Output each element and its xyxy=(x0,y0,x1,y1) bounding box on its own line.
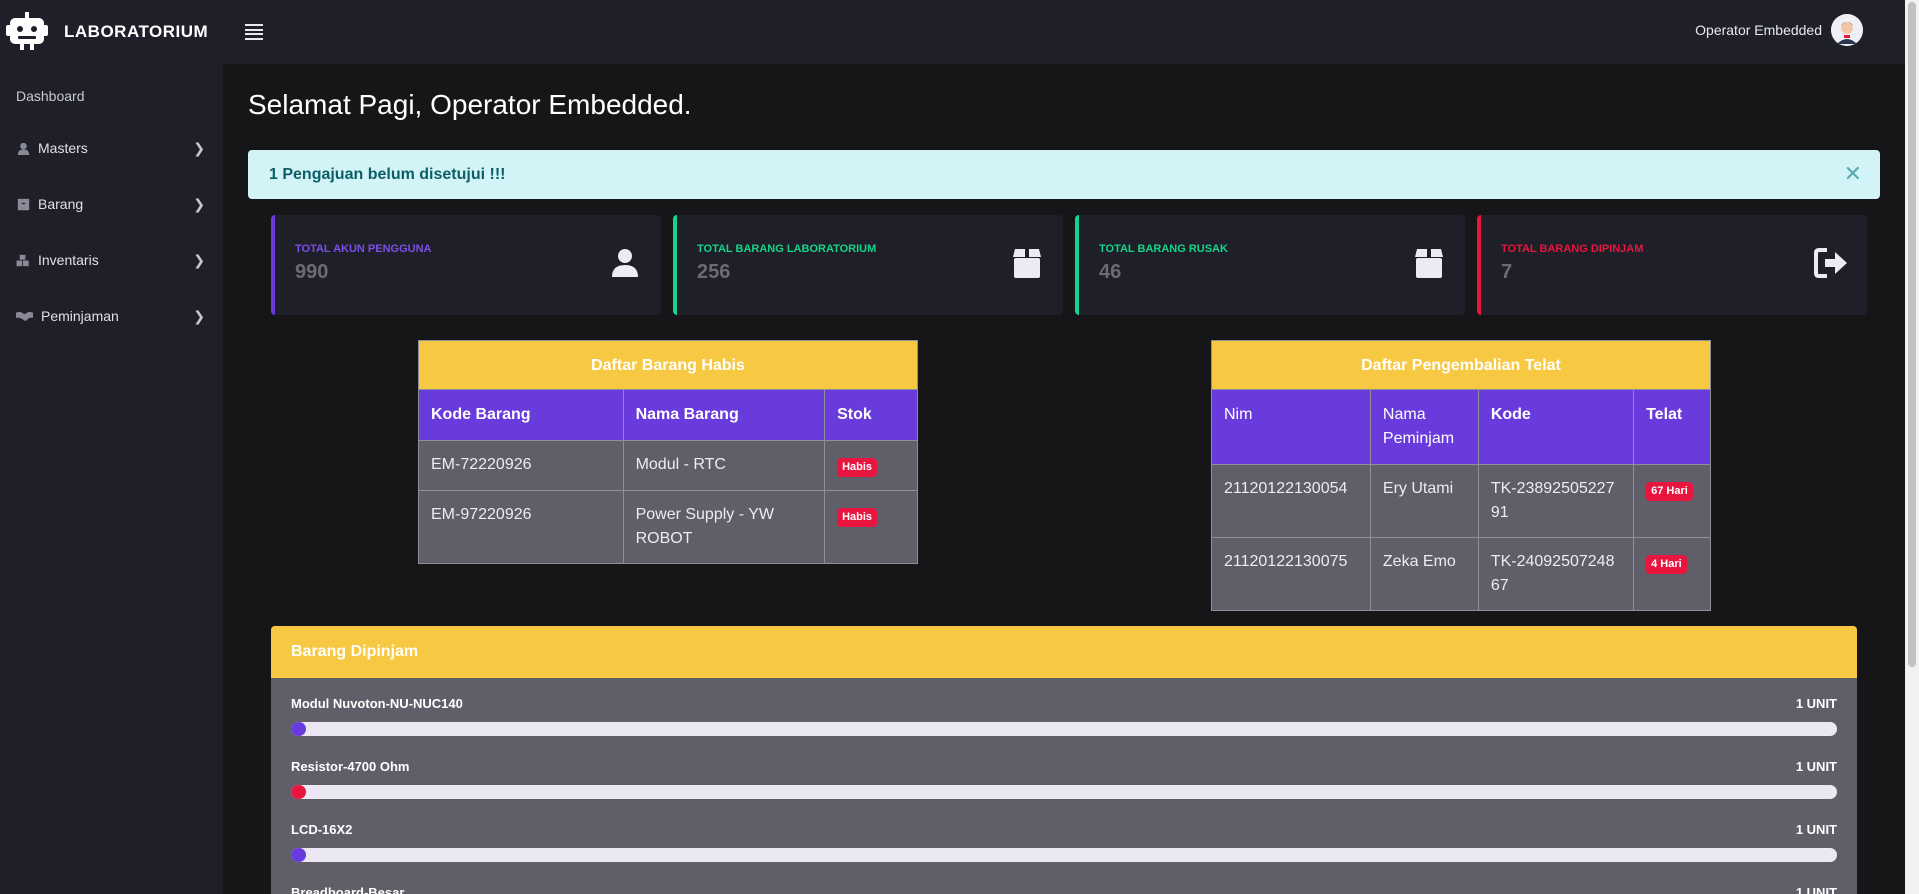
chevron-right-icon: ❯ xyxy=(193,139,205,156)
robot-logo-icon xyxy=(6,12,48,50)
table-cell: TK-2409250724867 xyxy=(1477,537,1635,611)
table-cell: TK-2389250522791 xyxy=(1477,464,1635,538)
progress-fill xyxy=(291,848,307,862)
item-unit: 1 UNIT xyxy=(1795,696,1837,711)
user-icon xyxy=(612,249,638,277)
table-cell: Zeka Emo xyxy=(1369,537,1479,611)
status-badge: Habis xyxy=(837,458,878,477)
chevron-right-icon: ❯ xyxy=(193,195,205,212)
avatar[interactable] xyxy=(1831,14,1863,46)
alert-message: 1 Pengajuan belum disetujui !!! xyxy=(269,165,506,183)
empty-stock-table: Daftar Barang Habis Kode Barang Nama Bar… xyxy=(418,340,918,564)
table-cell: 67 Hari xyxy=(1633,464,1711,538)
progress-fill xyxy=(291,785,307,799)
alert-banner: 1 Pengajuan belum disetujui !!! ✕ xyxy=(248,150,1880,199)
status-badge: 4 Hari xyxy=(1646,555,1687,574)
column-header: Kode Barang xyxy=(418,389,624,441)
table-row: EM-97220926 Power Supply - YW ROBOT Habi… xyxy=(418,490,918,564)
status-badge: Habis xyxy=(837,508,878,527)
main-content: Selamat Pagi, Operator Embedded. 1 Penga… xyxy=(223,64,1905,894)
sidebar-item-label: Barang xyxy=(38,196,84,212)
item-unit: 1 UNIT xyxy=(1795,885,1837,894)
stat-card-items: TOTAL BARANG LABORATORIUM 256 xyxy=(673,215,1063,315)
sidebar-item-label: Peminjaman xyxy=(41,308,119,324)
scrollbar-thumb[interactable] xyxy=(1908,2,1916,667)
progress-item: LCD-16X2 1 UNIT xyxy=(271,804,1857,867)
user-icon xyxy=(16,141,30,155)
column-header: Kode xyxy=(1477,389,1635,465)
item-name: LCD-16X2 xyxy=(291,822,353,837)
column-header: Nama Barang xyxy=(622,389,826,441)
sidebar-item-peminjaman[interactable]: Peminjaman ❯ xyxy=(0,288,223,344)
sidebar-item-masters[interactable]: Masters ❯ xyxy=(0,120,223,176)
progress-fill xyxy=(291,722,307,736)
table-cell: 4 Hari xyxy=(1633,537,1711,611)
stat-card-users: TOTAL AKUN PENGGUNA 990 xyxy=(271,215,661,315)
table-cell: Habis xyxy=(824,440,918,491)
cubes-icon xyxy=(16,253,30,267)
table-title: Daftar Barang Habis xyxy=(418,340,918,389)
stat-card-broken: TOTAL BARANG RUSAK 46 xyxy=(1075,215,1465,315)
table-cell: 21120122130075 xyxy=(1211,537,1371,611)
table-header-row: Kode Barang Nama Barang Stok xyxy=(418,389,918,441)
sidebar-item-barang[interactable]: Barang ❯ xyxy=(0,176,223,232)
menu-toggle-icon[interactable] xyxy=(245,24,263,40)
progress-item: Modul Nuvoton-NU-NUC140 1 UNIT xyxy=(271,678,1857,741)
table-cell: Power Supply - YW ROBOT xyxy=(622,490,826,564)
chevron-right-icon: ❯ xyxy=(193,251,205,268)
item-unit: 1 UNIT xyxy=(1795,759,1837,774)
top-navbar: LABORATORIUM Operator Embedded xyxy=(0,0,1905,64)
sign-out-icon xyxy=(1814,248,1847,278)
borrowed-items-list: Modul Nuvoton-NU-NUC140 1 UNIT Resistor-47… xyxy=(271,678,1857,894)
column-header: Stok xyxy=(824,389,918,441)
table-cell: Habis xyxy=(824,490,918,564)
table: Nim Nama Peminjam Kode Telat 21120122130… xyxy=(1211,389,1711,611)
table-cell: EM-72220926 xyxy=(418,440,624,491)
status-badge: 67 Hari xyxy=(1646,482,1693,501)
column-header: Nim xyxy=(1211,389,1371,465)
chevron-right-icon: ❯ xyxy=(193,307,205,324)
table-row: 21120122130075 Zeka Emo TK-2409250724867… xyxy=(1211,537,1711,611)
card-title: Barang Dipinjam xyxy=(271,626,1857,678)
box-icon xyxy=(16,197,30,211)
table: Kode Barang Nama Barang Stok EM-72220926… xyxy=(418,389,918,564)
user-name: Operator Embedded xyxy=(1695,22,1822,38)
table-cell: EM-97220926 xyxy=(418,490,624,564)
table-header-row: Nim Nama Peminjam Kode Telat xyxy=(1211,389,1711,465)
column-header: Nama Peminjam xyxy=(1369,389,1479,465)
late-return-table: Daftar Pengembalian Telat Nim Nama Pemin… xyxy=(1211,340,1711,611)
sidebar-item-label: Masters xyxy=(38,140,88,156)
sidebar-item-dashboard[interactable]: Dashboard xyxy=(0,64,223,120)
progress-item: Resistor-4700 Ohm 1 UNIT xyxy=(271,741,1857,804)
table-row: 21120122130054 Ery Utami TK-238925052279… xyxy=(1211,464,1711,538)
box-icon xyxy=(1013,249,1041,278)
handshake-icon xyxy=(16,309,33,323)
brand-name: LABORATORIUM xyxy=(64,22,209,41)
progress-bar xyxy=(291,848,1837,862)
table-cell: 21120122130054 xyxy=(1211,464,1371,538)
column-header: Telat xyxy=(1633,389,1711,465)
page-scrollbar[interactable] xyxy=(1905,0,1919,894)
sidebar-item-inventaris[interactable]: Inventaris ❯ xyxy=(0,232,223,288)
borrowed-items-card: Barang Dipinjam Modul Nuvoton-NU-NUC140 1… xyxy=(271,626,1857,894)
user-menu[interactable]: Operator Embedded xyxy=(1695,14,1863,46)
progress-bar xyxy=(291,722,1837,736)
item-name: Breadboard-Besar xyxy=(291,885,405,894)
item-name: Modul Nuvoton-NU-NUC140 xyxy=(291,696,463,711)
close-icon[interactable]: ✕ xyxy=(1844,163,1862,185)
page-title: Selamat Pagi, Operator Embedded. xyxy=(248,89,692,120)
sidebar: Dashboard Masters ❯ Barang ❯ Inventaris … xyxy=(0,64,223,894)
item-name: Resistor-4700 Ohm xyxy=(291,759,410,774)
table-cell: Ery Utami xyxy=(1369,464,1479,538)
table-cell: Modul - RTC xyxy=(622,440,826,491)
box-icon xyxy=(1415,249,1443,278)
brand[interactable]: LABORATORIUM xyxy=(0,0,223,64)
progress-item: Breadboard-Besar 1 UNIT xyxy=(271,867,1857,894)
progress-bar xyxy=(291,785,1837,799)
sidebar-item-label: Inventaris xyxy=(38,252,99,268)
table-title: Daftar Pengembalian Telat xyxy=(1211,340,1711,389)
table-row: EM-72220926 Modul - RTC Habis xyxy=(418,440,918,491)
stat-card-borrowed: TOTAL BARANG DIPINJAM 7 xyxy=(1477,215,1867,315)
item-unit: 1 UNIT xyxy=(1795,822,1837,837)
